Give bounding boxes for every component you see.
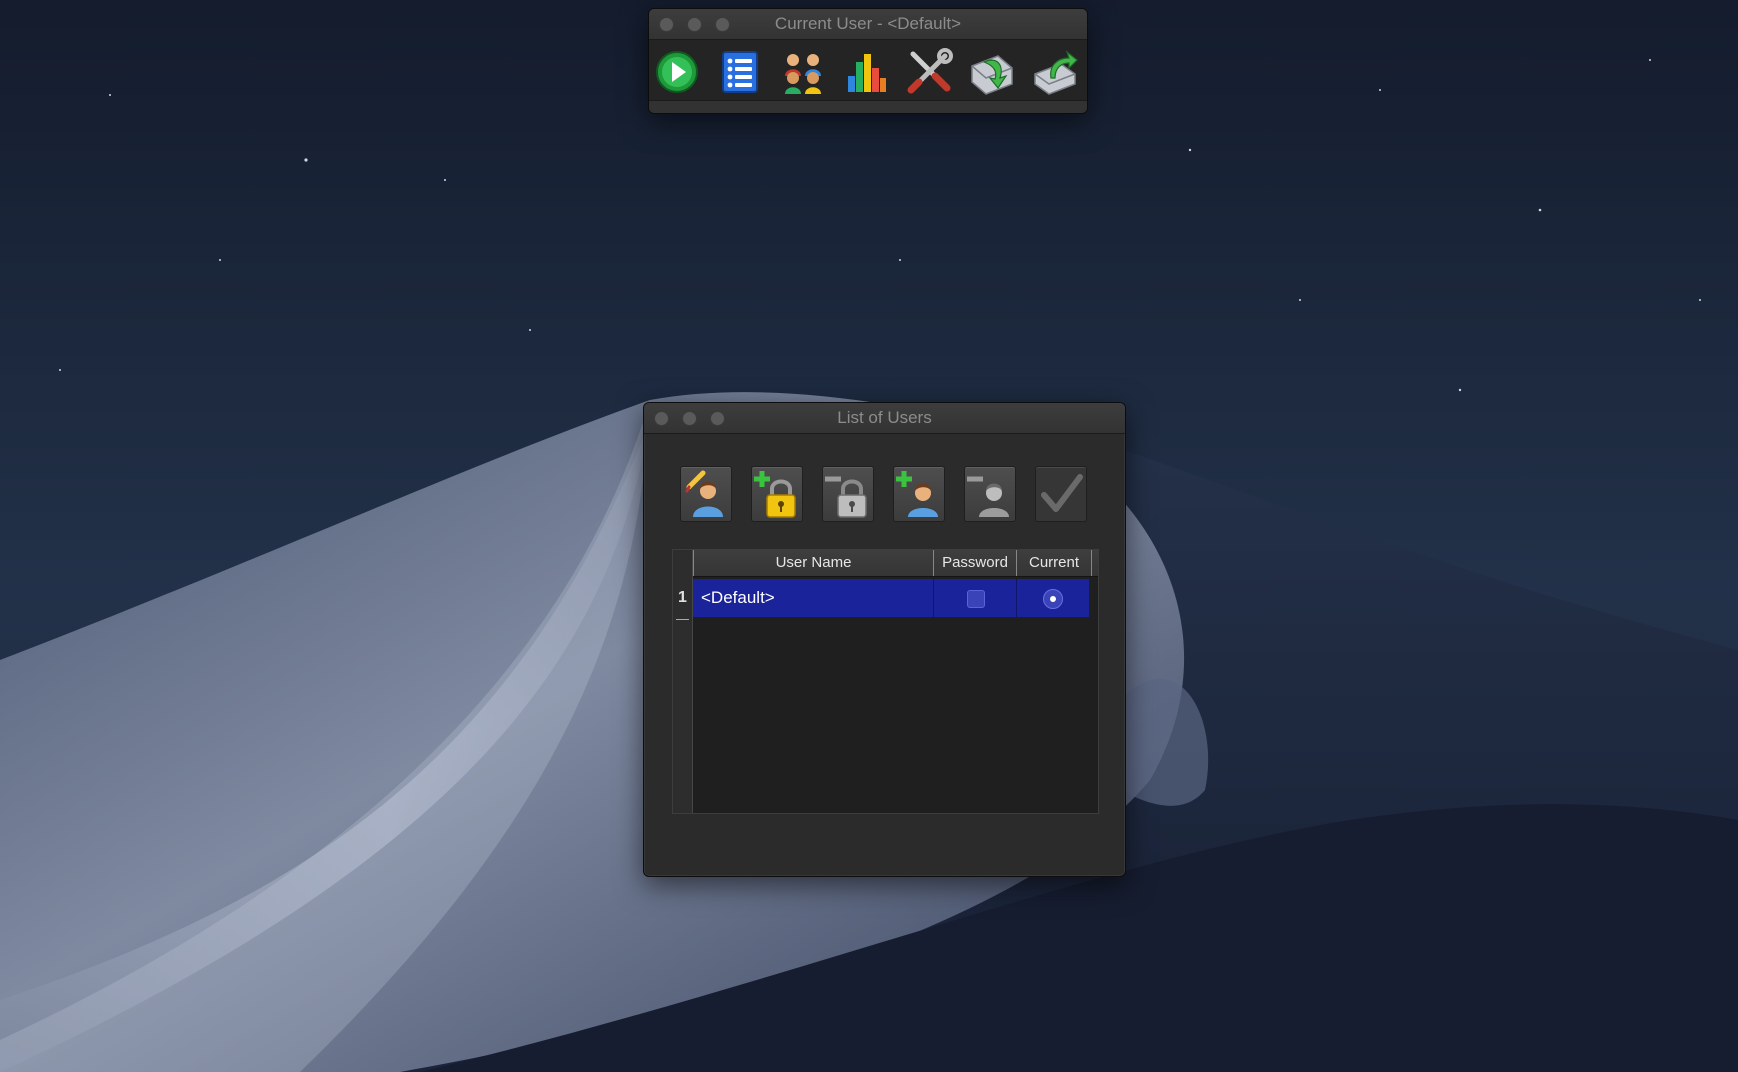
window-title: Current User - <Default>: [774, 14, 962, 33]
user-name-cell: <Default>: [701, 588, 775, 607]
title-bar[interactable]: Current User - <Default>: [649, 9, 1087, 40]
export-icon: [1034, 50, 1078, 95]
column-header-password[interactable]: Password: [933, 550, 1016, 576]
list-button[interactable]: [716, 48, 764, 96]
users-button[interactable]: [779, 48, 827, 96]
toolbar-window: Current User - <Default>: [648, 8, 1088, 114]
toolbar-footer: [649, 100, 1087, 113]
add-password-icon: [754, 471, 796, 518]
table-row[interactable]: <Default>: [693, 579, 1089, 617]
column-header-user-name[interactable]: User Name: [693, 550, 933, 576]
add-user-icon: [896, 471, 938, 517]
radio-dot: [1050, 596, 1056, 602]
remove-user-button[interactable]: [964, 466, 1016, 522]
remove-password-button[interactable]: [822, 466, 874, 522]
run-button[interactable]: [653, 48, 701, 96]
tools-icon: [907, 48, 953, 94]
users-window: List of Users User Name Password Current…: [643, 402, 1126, 877]
import-icon: [971, 55, 1013, 95]
row-marker: [676, 619, 689, 620]
remove-user-icon: [967, 476, 1009, 517]
edit-user-icon: [685, 470, 723, 517]
current-radio[interactable]: [1043, 589, 1063, 609]
column-header-current[interactable]: Current: [1016, 550, 1092, 576]
statistics-button[interactable]: [842, 48, 890, 96]
tools-button[interactable]: [905, 48, 953, 96]
add-password-button[interactable]: [751, 466, 803, 522]
password-checkbox[interactable]: [967, 590, 985, 608]
table-header: User Name Password Current: [693, 550, 1098, 577]
list-icon: [722, 51, 758, 93]
export-button[interactable]: [1031, 48, 1079, 96]
checkmark-icon: [1041, 474, 1083, 512]
users-table[interactable]: User Name Password Current 1 <Default>: [672, 549, 1099, 814]
toolbar: [649, 40, 1087, 100]
password-cell: [933, 579, 1016, 617]
edit-user-button[interactable]: [680, 466, 732, 522]
row-number: 1: [678, 589, 687, 606]
remove-password-icon: [825, 476, 867, 518]
window-title: List of Users: [837, 408, 932, 427]
import-button[interactable]: [968, 48, 1016, 96]
play-icon: [656, 51, 698, 93]
set-current-button[interactable]: [1035, 466, 1087, 522]
users-group-icon: [785, 54, 821, 94]
title-bar[interactable]: List of Users: [644, 403, 1125, 434]
add-user-button[interactable]: [893, 466, 945, 522]
bar-chart-icon: [848, 54, 886, 92]
current-cell: [1016, 579, 1091, 617]
